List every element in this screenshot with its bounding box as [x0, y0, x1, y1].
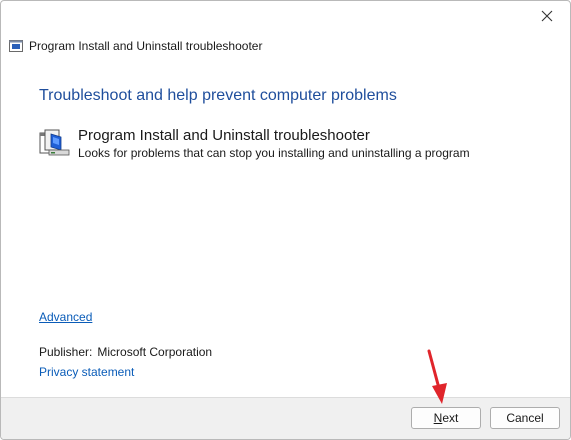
next-button[interactable]: Next [411, 407, 481, 429]
troubleshooter-window: Program Install and Uninstall troublesho… [0, 0, 571, 440]
publisher-label: Publisher: [39, 345, 93, 359]
next-button-label: ext [442, 411, 459, 425]
publisher-row: Publisher: Microsoft Corporation [39, 345, 212, 359]
close-button[interactable] [524, 1, 570, 31]
troubleshooter-icon [39, 129, 70, 156]
page-heading: Troubleshoot and help prevent computer p… [39, 87, 397, 104]
troubleshooter-item: Program Install and Uninstall troublesho… [39, 127, 470, 161]
troubleshooter-item-description: Looks for problems that can stop you ins… [78, 146, 470, 160]
troubleshooter-item-text: Program Install and Uninstall troublesho… [78, 127, 470, 161]
troubleshooter-item-title: Program Install and Uninstall troublesho… [78, 127, 370, 144]
privacy-statement-link[interactable]: Privacy statement [39, 365, 134, 379]
dialog-footer: Next Cancel [1, 397, 570, 439]
advanced-link[interactable]: Advanced [39, 310, 92, 324]
window-title-bar: Program Install and Uninstall troublesho… [9, 39, 262, 53]
troubleshooter-small-icon [9, 40, 23, 52]
close-icon [541, 10, 553, 22]
cancel-button[interactable]: Cancel [490, 407, 560, 429]
publisher-value: Microsoft Corporation [97, 345, 213, 359]
window-title: Program Install and Uninstall troublesho… [29, 39, 263, 53]
